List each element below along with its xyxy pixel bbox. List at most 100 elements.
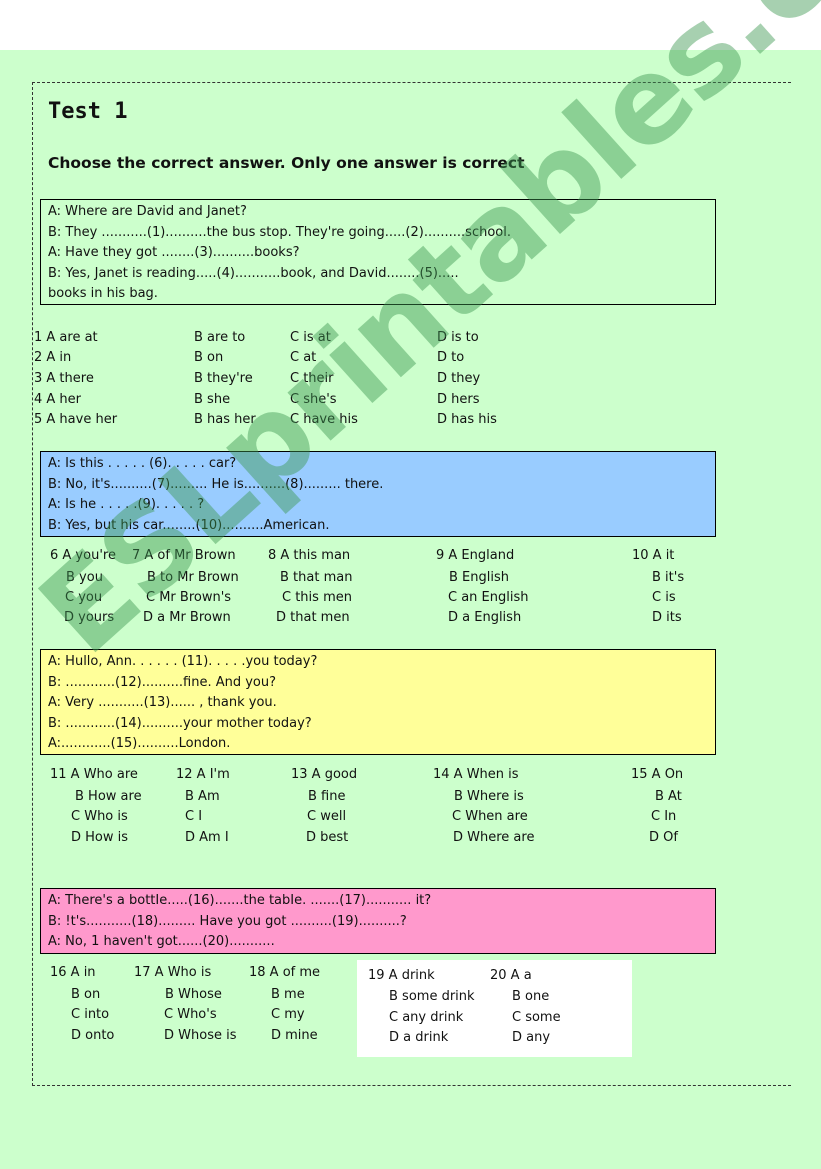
- dialog-line: A:............(15)..........London.: [48, 736, 231, 751]
- option: D they: [437, 371, 481, 386]
- option: 20 A a: [490, 968, 532, 983]
- option: D a Mr Brown: [143, 610, 231, 625]
- option: B English: [449, 570, 509, 585]
- option: 12 A I'm: [176, 767, 230, 782]
- option: 18 A of me: [249, 965, 321, 980]
- option: C into: [71, 1007, 110, 1022]
- instruction-text: Choose the correct answer. Only one answ…: [48, 154, 525, 172]
- option: D Of: [649, 830, 678, 845]
- option: 14 A When is: [433, 767, 519, 782]
- dialog-line: B: They ...........(1)..........the bus …: [48, 224, 511, 240]
- option: B to Mr Brown: [147, 570, 239, 585]
- option: B you: [66, 570, 103, 585]
- dialog-line: A: There's a bottIe.....(16).......the t…: [48, 893, 432, 908]
- option: D Whose is: [164, 1028, 237, 1043]
- option: D onto: [71, 1028, 115, 1043]
- option: B Am: [185, 789, 220, 804]
- dialog-line: A: Very ...........(13)...... , thank yo…: [48, 695, 277, 710]
- option: B Where is: [454, 789, 524, 804]
- option: C well: [307, 809, 347, 824]
- option: C some: [512, 1010, 561, 1025]
- option: 3 A there: [34, 371, 94, 386]
- option: 13 A good: [291, 767, 358, 782]
- dialog-line: A: No, 1 haven't got......(20)..........…: [48, 934, 275, 949]
- option: 1 A are at: [34, 330, 98, 345]
- dialog-line: B: !t's...........(18)......... Have you…: [48, 913, 407, 929]
- option: B are to: [194, 330, 246, 345]
- worksheet-title: Test 1: [48, 99, 128, 124]
- option: D mine: [271, 1028, 318, 1043]
- dialog-line: B: Yes, but his car........(10).........…: [48, 517, 330, 533]
- dialog-line: A: Hullo, Ann. . . . . . (11). . . . .yo…: [48, 654, 318, 669]
- option: C she's: [290, 392, 337, 407]
- dialog-line: B: No, it's..........(7)......... He is.…: [48, 476, 384, 492]
- option: B How are: [75, 789, 142, 804]
- dialog-2: A: Is this . . . . . (6). . . . . car? B…: [40, 451, 716, 537]
- option: D yours: [64, 610, 115, 625]
- dialog-line: A: Is he . . . . .(9). . . . . ?: [48, 497, 205, 512]
- option: B that man: [280, 570, 353, 585]
- option: 10 A it: [632, 548, 675, 563]
- option: 2 A in: [34, 350, 72, 365]
- option: D has his: [437, 412, 497, 427]
- option: B they're: [194, 371, 253, 386]
- dialog-line: A: Have they got ........(3)..........bo…: [48, 245, 300, 260]
- option: C their: [290, 371, 334, 386]
- option: C you: [65, 590, 103, 605]
- option: C this men: [282, 590, 352, 605]
- dialog-1: A: Where are David and Janet? B: They ..…: [40, 199, 716, 305]
- option: D hers: [437, 392, 480, 407]
- option: C my: [271, 1007, 305, 1022]
- option: C In: [651, 809, 677, 824]
- option: C Who is: [71, 809, 128, 824]
- dialog-3: A: Hullo, Ann. . . . . . (11). . . . .yo…: [40, 649, 716, 755]
- option: 5 A have her: [34, 412, 118, 427]
- dialog-4: A: There's a bottIe.....(16).......the t…: [40, 888, 716, 954]
- option: 7 A of Mr Brown: [132, 548, 236, 563]
- option: 6 A you're: [50, 548, 116, 563]
- option: C have his: [290, 412, 358, 427]
- dialog-line: A: Where are David and Janet?: [48, 204, 247, 219]
- option: D is to: [437, 330, 479, 345]
- dialog-line: B: ............(12)..........fine. And y…: [48, 674, 277, 690]
- option: 17 A Who is: [134, 965, 212, 980]
- option: D its: [652, 610, 682, 625]
- option: 9 A England: [436, 548, 515, 563]
- dialog-line: books in his bag.: [48, 286, 158, 301]
- option: D Am I: [185, 830, 229, 845]
- option: 16 A in: [50, 965, 96, 980]
- option: 19 A drink: [368, 968, 435, 983]
- dialog-line: A: Is this . . . . . (6). . . . . car?: [48, 456, 237, 471]
- dialog-line: B: ............(14)..........your mother…: [48, 715, 312, 731]
- option: B At: [655, 789, 682, 804]
- option: B on: [71, 987, 101, 1002]
- option: D a English: [448, 610, 522, 625]
- option: 15 A On: [631, 767, 684, 782]
- option: B she: [194, 392, 231, 407]
- option: B on: [194, 350, 224, 365]
- option: C is at: [290, 330, 331, 345]
- option: 4 A her: [34, 392, 82, 407]
- option: C an English: [448, 590, 529, 605]
- option: C any drink: [389, 1010, 464, 1025]
- option: B it's: [652, 570, 685, 585]
- option: 11 A Who are: [50, 767, 138, 782]
- dialog-line: B: Yes, Janet is reading.....(4)........…: [48, 265, 459, 281]
- option: 8 A this man: [268, 548, 351, 563]
- option: D best: [306, 830, 349, 845]
- option: D Where are: [453, 830, 535, 845]
- option: D any: [512, 1030, 551, 1045]
- option: C When are: [452, 809, 528, 824]
- option: B some drink: [389, 989, 475, 1004]
- option: C at: [290, 350, 317, 365]
- option: D to: [437, 350, 465, 365]
- option: C Who's: [164, 1007, 217, 1022]
- option: C Mr Brown's: [146, 590, 232, 605]
- option: B fine: [308, 789, 346, 804]
- option: D that men: [276, 610, 350, 625]
- option: D a drink: [389, 1030, 449, 1045]
- option: C is: [652, 590, 676, 605]
- option: C I: [185, 809, 203, 824]
- option: B has her: [194, 412, 256, 427]
- option: B me: [271, 987, 305, 1002]
